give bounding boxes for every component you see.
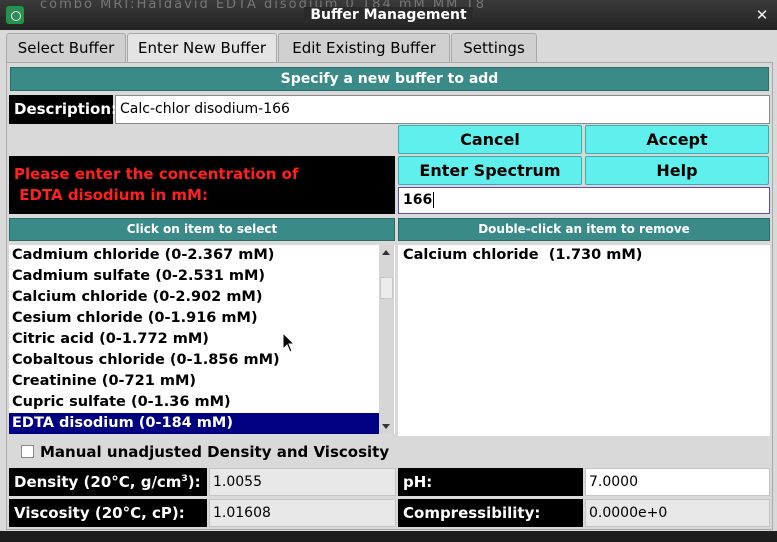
help-button[interactable]: Help xyxy=(585,156,769,185)
tab-select-buffer[interactable]: Select Buffer xyxy=(6,33,126,63)
list-item[interactable]: Creatinine (0-721 mM) xyxy=(9,371,395,392)
ph-label: pH: xyxy=(398,468,583,496)
list-item[interactable]: Cadmium chloride (0-2.367 mM) xyxy=(9,245,395,266)
buffer-management-window: combo MRI:Haldavid EDTA disodium 0 184 m… xyxy=(0,0,777,542)
density-label: Density (20°C, g/cm3): xyxy=(9,468,207,496)
list-item[interactable]: Cadmium sulfate (0-2.531 mM) xyxy=(9,266,395,287)
mouse-cursor-icon xyxy=(282,332,296,353)
list-item[interactable]: Calcium chloride (1.730 mM) xyxy=(398,245,770,266)
accept-button[interactable]: Accept xyxy=(585,125,769,154)
tab-enter-new-buffer[interactable]: Enter New Buffer xyxy=(127,33,277,64)
viscosity-label: Viscosity (20°C, cP): xyxy=(9,499,207,527)
list-item[interactable]: Calcium chloride (0-2.902 mM) xyxy=(9,287,395,308)
close-icon[interactable]: ✕ xyxy=(751,5,773,25)
scroll-thumb[interactable] xyxy=(380,277,393,299)
available-components-list[interactable]: Cadmium chloride (0-2.367 mM) Cadmium su… xyxy=(9,245,395,434)
selected-components-list[interactable]: Calcium chloride (1.730 mM) xyxy=(398,245,770,436)
title-bar: combo MRI:Haldavid EDTA disodium 0 184 m… xyxy=(0,0,777,30)
description-label: Description: xyxy=(9,95,117,124)
list-item[interactable]: Cupric sulfate (0-1.36 mM) xyxy=(9,392,395,413)
app-icon[interactable] xyxy=(6,6,24,24)
density-label-text: Density (20°C, g/cm xyxy=(14,473,182,491)
tab-settings[interactable]: Settings xyxy=(451,33,537,63)
density-value: 1.0055 xyxy=(209,468,396,496)
cancel-button[interactable]: Cancel xyxy=(398,125,582,154)
right-list-header: Double-click an item to remove xyxy=(398,218,770,241)
concentration-input[interactable]: 166 xyxy=(398,187,770,214)
density-label-suffix: ): xyxy=(187,473,201,491)
window-title: Buffer Management xyxy=(304,7,473,23)
compressibility-value: 0.0000e+0 xyxy=(585,499,770,527)
list-item[interactable]: Cesium chloride (0-1.916 mM) xyxy=(9,308,395,329)
tab-edit-existing-buffer[interactable]: Edit Existing Buffer xyxy=(278,33,450,63)
enter-spectrum-button[interactable]: Enter Spectrum xyxy=(398,156,582,185)
background-status-strip xyxy=(0,531,777,542)
scroll-down-icon[interactable] xyxy=(382,424,390,429)
concentration-value: 166 xyxy=(403,192,433,208)
manual-checkbox[interactable] xyxy=(21,445,34,458)
compressibility-label: Compressibility: xyxy=(398,499,583,527)
prompt-line-1: Please enter the concentration of xyxy=(14,165,299,183)
description-input[interactable]: Calc-chlor disodium-166 xyxy=(115,95,770,124)
prompt-line-2: EDTA disodium in mM: xyxy=(14,186,208,204)
ph-input[interactable]: 7.0000 xyxy=(585,468,770,496)
section-header: Specify a new buffer to add xyxy=(10,67,769,91)
manual-checkbox-label: Manual unadjusted Density and Viscosity xyxy=(40,443,390,461)
list-scrollbar[interactable] xyxy=(379,245,394,434)
concentration-prompt: Please enter the concentration of EDTA d… xyxy=(9,156,395,214)
viscosity-value: 1.01608 xyxy=(209,499,396,527)
text-caret xyxy=(433,192,435,208)
list-item[interactable]: Citric acid (0-1.772 mM) xyxy=(9,329,395,350)
list-item-selected[interactable]: EDTA disodium (0-184 mM) xyxy=(9,413,381,434)
list-item[interactable]: Cobaltous chloride (0-1.856 mM) xyxy=(9,350,395,371)
scroll-up-icon[interactable] xyxy=(382,250,390,255)
left-list-header: Click on item to select xyxy=(9,218,395,241)
